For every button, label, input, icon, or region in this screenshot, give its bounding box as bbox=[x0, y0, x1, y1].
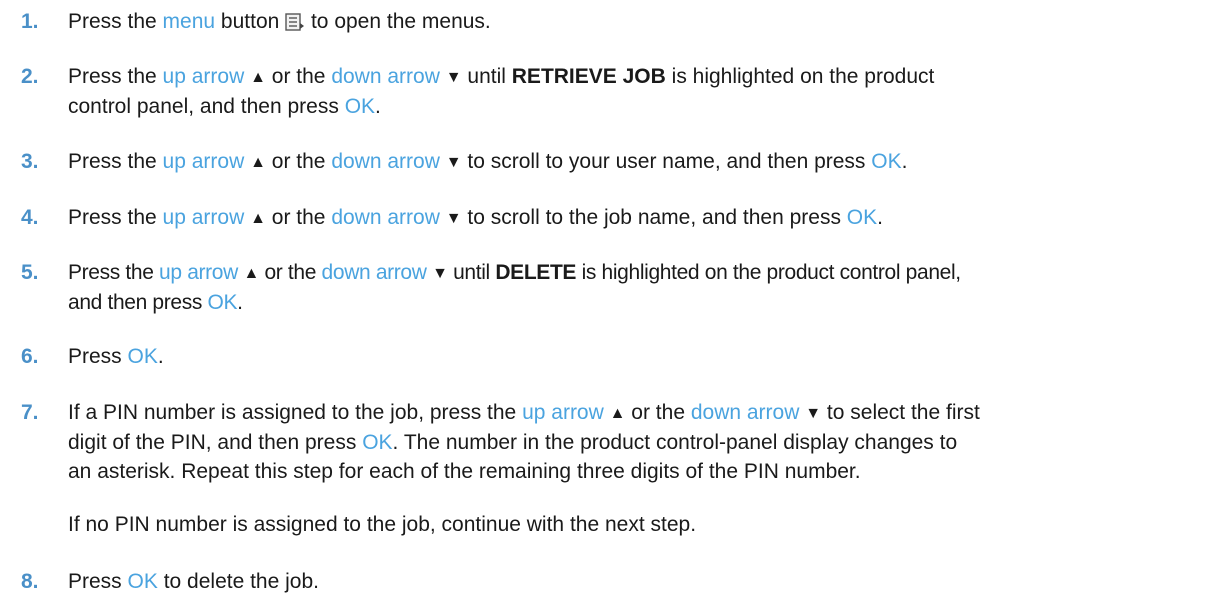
up-arrow-link[interactable]: up arrow bbox=[159, 261, 238, 284]
menu-item-name: DELETE bbox=[495, 261, 577, 284]
step-text: Press OK to delete the job. bbox=[68, 570, 319, 593]
ok-link[interactable]: OK bbox=[128, 570, 158, 593]
down-arrow-icon: ▼ bbox=[445, 69, 462, 86]
instruction-list: 1. Press the menu button to open the men… bbox=[0, 0, 1226, 613]
down-arrow-link[interactable]: down arrow bbox=[691, 401, 800, 424]
up-arrow-icon: ▲ bbox=[250, 69, 266, 86]
menu-link[interactable]: menu bbox=[163, 10, 216, 33]
step-number: 4. bbox=[21, 206, 39, 229]
step-number: 1. bbox=[21, 10, 39, 33]
ok-link[interactable]: OK bbox=[128, 345, 158, 368]
down-arrow-link[interactable]: down arrow bbox=[322, 261, 427, 284]
step-number: 6. bbox=[21, 345, 39, 368]
step-note: If no PIN number is assigned to the job,… bbox=[68, 513, 697, 536]
step-text: Press OK. bbox=[68, 345, 164, 368]
step-text: Press the up arrow ▲ or the down arrow ▼… bbox=[68, 206, 883, 229]
step-number: 2. bbox=[21, 65, 39, 88]
step-text: Press the menu button to open the menus. bbox=[68, 10, 491, 33]
down-arrow-icon: ▼ bbox=[432, 265, 448, 282]
down-arrow-link[interactable]: down arrow bbox=[331, 65, 440, 88]
step-text: Press the up arrow ▲ or the down arrow ▼… bbox=[68, 150, 908, 173]
step-text: Press the up arrow ▲ or the down arrow ▼… bbox=[68, 65, 935, 118]
down-arrow-link[interactable]: down arrow bbox=[331, 206, 440, 229]
step-text: If a PIN number is assigned to the job, … bbox=[68, 398, 1212, 539]
up-arrow-link[interactable]: up arrow bbox=[163, 150, 245, 173]
down-arrow-link[interactable]: down arrow bbox=[331, 150, 440, 173]
down-arrow-icon: ▼ bbox=[805, 405, 822, 422]
ok-link[interactable]: OK bbox=[871, 150, 901, 173]
ok-link[interactable]: OK bbox=[847, 206, 877, 229]
up-arrow-icon: ▲ bbox=[250, 154, 266, 171]
step-number: 8. bbox=[21, 570, 39, 593]
up-arrow-icon: ▲ bbox=[609, 405, 626, 422]
down-arrow-icon: ▼ bbox=[445, 210, 462, 227]
ok-link[interactable]: OK bbox=[208, 291, 238, 314]
menu-item-name: RETRIEVE JOB bbox=[511, 65, 666, 88]
menu-icon bbox=[285, 13, 305, 31]
step-text: Press the up arrow ▲ or the down arrow ▼… bbox=[68, 261, 961, 314]
up-arrow-icon: ▲ bbox=[250, 210, 266, 227]
step-number: 5. bbox=[21, 261, 39, 284]
up-arrow-icon: ▲ bbox=[243, 265, 259, 282]
step-number: 7. bbox=[21, 401, 39, 424]
up-arrow-link[interactable]: up arrow bbox=[163, 206, 245, 229]
up-arrow-link[interactable]: up arrow bbox=[522, 401, 604, 424]
up-arrow-link[interactable]: up arrow bbox=[163, 65, 245, 88]
ok-link[interactable]: OK bbox=[345, 95, 375, 118]
ok-link[interactable]: OK bbox=[362, 431, 392, 454]
down-arrow-icon: ▼ bbox=[445, 154, 462, 171]
step-number: 3. bbox=[21, 150, 39, 173]
